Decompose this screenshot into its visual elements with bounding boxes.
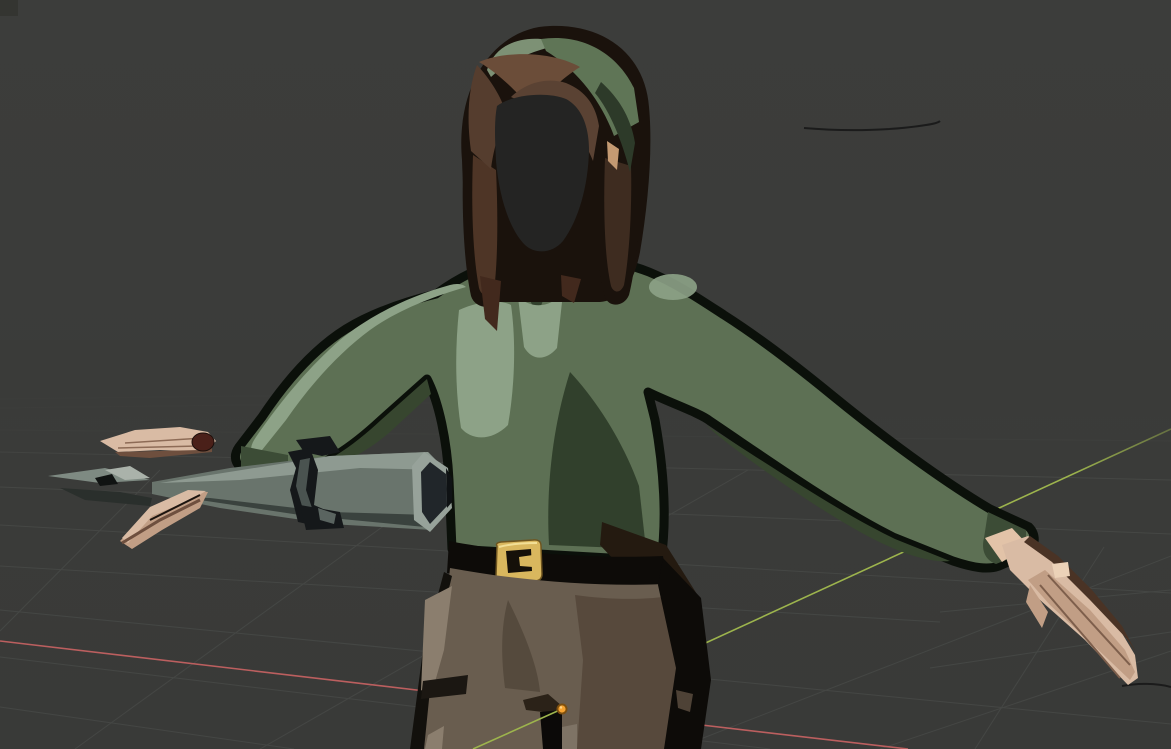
- center-seam: [540, 710, 562, 749]
- sleeve-opening: [192, 433, 214, 451]
- seam-highlight: [562, 724, 577, 749]
- knuckle-highlight: [1052, 562, 1070, 578]
- 3d-viewport[interactable]: [0, 0, 1171, 749]
- origin-point[interactable]: [557, 704, 568, 715]
- viewport-canvas[interactable]: [0, 0, 1171, 749]
- viewport-corner-shade: [0, 0, 18, 16]
- right-leg-shadow: [575, 595, 678, 749]
- pants[interactable]: [410, 558, 711, 749]
- head[interactable]: [461, 26, 650, 331]
